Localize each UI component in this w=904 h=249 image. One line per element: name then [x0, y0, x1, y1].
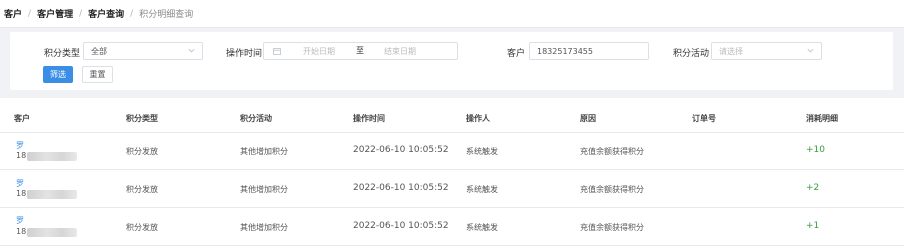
customer-input[interactable]: 18325173455: [529, 42, 649, 60]
activity-cell: 其他增加积分: [240, 185, 288, 194]
operator-cell: 系统触发: [466, 223, 498, 232]
date-range-separator: 至: [356, 46, 364, 55]
breadcrumb-current: 积分明细查询: [139, 10, 194, 20]
header-divider: [0, 132, 904, 133]
column-header-operate-time: 操作时间: [353, 114, 385, 123]
operate-time-cell: 2022-06-10 10:05:52: [353, 145, 449, 155]
operate-time-cell: 2022-06-10 10:05:52: [353, 221, 449, 231]
customer-phone: 18: [16, 151, 27, 160]
column-header-activity: 积分活动: [240, 114, 272, 123]
points-change-cell: +10: [806, 145, 825, 155]
customer-input-value: 18325173455: [537, 46, 593, 56]
column-header-reason: 原因: [580, 114, 596, 123]
points-type-cell: 积分发放: [126, 185, 158, 194]
breadcrumb-separator: /: [79, 8, 83, 19]
breadcrumb-separator: /: [130, 8, 134, 19]
column-header-order-number: 订单号: [692, 114, 716, 123]
points-type-cell: 积分发放: [126, 223, 158, 232]
date-range-picker[interactable]: 开始日期 至 结束日期: [263, 42, 458, 60]
operator-cell: 系统触发: [466, 185, 498, 194]
customer-label: 客户: [507, 49, 526, 59]
reset-button[interactable]: 重置: [82, 66, 113, 83]
breadcrumb-separator: /: [28, 8, 32, 19]
customer-name-link[interactable]: 罗: [16, 215, 24, 226]
operate-time-label: 操作时间: [226, 49, 263, 59]
masked-phone: [27, 228, 77, 237]
filter-panel: 积分类型 全部 操作时间 开始日期 至 结束日期 客户 18325173455 …: [10, 32, 893, 90]
customer-phone: 18: [16, 189, 27, 198]
points-type-label: 积分类型: [44, 49, 81, 59]
breadcrumb-customer[interactable]: 客户: [4, 7, 22, 20]
customer-name-link[interactable]: 罗: [16, 140, 24, 151]
calendar-icon: [273, 48, 281, 55]
row-divider: [0, 245, 904, 246]
points-type-cell: 积分发放: [126, 147, 158, 156]
points-change-cell: +2: [806, 183, 820, 193]
end-date-input[interactable]: 结束日期: [384, 46, 416, 57]
masked-phone: [27, 152, 77, 161]
activity-label: 积分活动: [673, 49, 710, 59]
column-header-operator: 操作人: [466, 114, 490, 123]
customer-name-link[interactable]: 罗: [16, 178, 24, 189]
reason-cell: 充值余额获得积分: [580, 185, 644, 194]
points-change-cell: +1: [806, 221, 820, 231]
chevron-down-icon: [807, 48, 814, 53]
reason-cell: 充值余额获得积分: [580, 147, 644, 156]
operator-cell: 系统触发: [466, 147, 498, 156]
breadcrumb-customer-management[interactable]: 客户管理: [37, 7, 73, 20]
reason-cell: 充值余额获得积分: [580, 223, 644, 232]
column-header-points-type: 积分类型: [126, 114, 158, 123]
breadcrumb-customer-query[interactable]: 客户查询: [88, 7, 124, 20]
row-divider: [0, 207, 904, 208]
column-header-customer: 客户: [14, 114, 30, 123]
breadcrumb: 客户 / 客户管理 / 客户查询 / 积分明细查询: [0, 0, 904, 28]
points-type-value: 全部: [91, 46, 107, 56]
filter-button[interactable]: 筛选: [43, 66, 73, 83]
activity-placeholder: 请选择: [719, 46, 743, 56]
points-type-select[interactable]: 全部: [83, 42, 203, 60]
row-divider: [0, 169, 904, 170]
activity-cell: 其他增加积分: [240, 147, 288, 156]
customer-phone: 18: [16, 227, 27, 236]
chevron-down-icon: [188, 48, 195, 53]
points-detail-table: 客户 积分类型 积分活动 操作时间 操作人 原因 订单号 消耗明细 罗 18 积…: [0, 98, 904, 249]
activity-cell: 其他增加积分: [240, 223, 288, 232]
start-date-input[interactable]: 开始日期: [303, 46, 335, 57]
activity-select[interactable]: 请选择: [711, 42, 822, 60]
operate-time-cell: 2022-06-10 10:05:52: [353, 183, 449, 193]
column-header-consumption-detail: 消耗明细: [806, 114, 838, 123]
masked-phone: [27, 190, 77, 199]
